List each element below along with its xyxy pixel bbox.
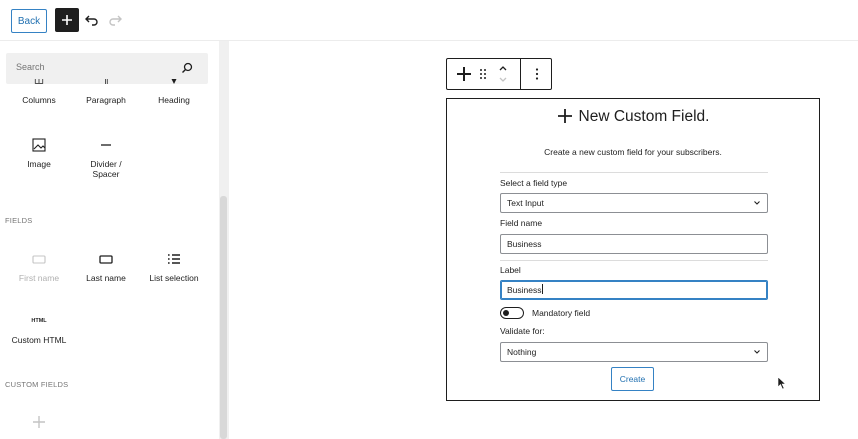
redo-icon[interactable] — [106, 11, 124, 29]
plus-icon[interactable] — [456, 66, 472, 82]
top-toolbar: Back — [0, 0, 858, 41]
mouse-cursor-icon — [777, 376, 787, 390]
block-inserter-sidebar: Search Columns Paragraph Heading Image D… — [0, 41, 218, 439]
search-icon — [182, 62, 193, 73]
image-icon — [32, 138, 46, 152]
field-name-value: Business — [507, 239, 542, 249]
columns-icon — [34, 79, 44, 84]
form-title: New Custom Field. — [447, 108, 819, 126]
back-button[interactable]: Back — [11, 9, 47, 33]
validate-select[interactable]: Nothing — [500, 342, 768, 362]
undo-icon[interactable] — [83, 11, 101, 29]
block-label: Divider / — [90, 159, 122, 169]
add-block-button[interactable] — [55, 8, 79, 32]
block-label-line2: Spacer — [92, 169, 120, 179]
mandatory-toggle[interactable] — [500, 307, 524, 319]
block-paragraph[interactable]: Paragraph — [73, 79, 139, 105]
toolbar-divider — [520, 59, 521, 89]
fields-section-title: FIELDS — [5, 216, 33, 225]
block-label: List selection — [149, 273, 199, 283]
field-last-name[interactable]: Last name — [73, 251, 139, 283]
text-caret — [541, 284, 543, 294]
input-icon — [32, 255, 46, 264]
label-field-label: Label — [500, 265, 521, 275]
block-toolbar — [446, 58, 552, 90]
block-label: Columns — [22, 95, 56, 105]
more-options-icon[interactable] — [531, 67, 543, 81]
field-type-select[interactable]: Text Input — [500, 193, 768, 213]
search-placeholder: Search — [16, 62, 45, 72]
html-icon: HTML — [31, 318, 47, 324]
form-description: Create a new custom field for your subsc… — [544, 147, 722, 157]
move-up-down-icon[interactable] — [497, 64, 509, 84]
plus-icon — [557, 109, 572, 123]
label-input[interactable]: Business — [500, 280, 768, 300]
label-value: Business — [507, 285, 542, 295]
editor-root: Back Search Columns Paragraph Heading Im… — [0, 0, 858, 439]
block-label: Heading — [158, 95, 190, 105]
field-name-label: Field name — [500, 218, 543, 228]
block-image[interactable]: Image — [6, 137, 72, 169]
paragraph-icon — [105, 79, 108, 84]
block-divider-spacer[interactable]: Divider / Spacer — [73, 137, 139, 179]
field-list-selection[interactable]: List selection — [141, 251, 207, 283]
chevron-down-icon — [754, 350, 760, 354]
divider — [500, 172, 768, 173]
field-type-label: Select a field type — [500, 178, 568, 188]
mandatory-label: Mandatory field — [532, 308, 591, 318]
field-first-name: First name — [6, 251, 72, 283]
validate-value: Nothing — [507, 347, 537, 357]
plus-icon — [33, 416, 45, 428]
sidebar-scrollbar-thumb[interactable] — [220, 196, 227, 439]
field-name-input[interactable]: Business — [500, 234, 768, 254]
field-type-value: Text Input — [507, 198, 544, 208]
block-label: First name — [18, 273, 60, 283]
chevron-down-icon — [754, 201, 760, 205]
custom-fields-section-title: CUSTOM FIELDS — [5, 380, 69, 389]
custom-field-form-block: New Custom Field. Create a new custom fi… — [446, 98, 820, 401]
field-custom-html[interactable]: HTML Custom HTML — [6, 313, 72, 345]
block-heading[interactable]: Heading — [141, 79, 207, 105]
validate-label: Validate for: — [500, 326, 545, 336]
list-icon — [168, 254, 180, 264]
plus-icon — [62, 15, 72, 25]
block-columns[interactable]: Columns — [6, 79, 72, 105]
divider — [500, 260, 768, 261]
heading-icon — [171, 79, 177, 84]
block-label: Last name — [86, 273, 126, 283]
input-icon — [99, 255, 113, 264]
block-label: Image — [27, 159, 51, 169]
block-label: Custom HTML — [11, 335, 67, 345]
divider-icon — [101, 144, 111, 146]
form-title-text: New Custom Field. — [578, 108, 710, 125]
drag-handle-icon[interactable] — [478, 68, 488, 80]
add-custom-field-block[interactable] — [6, 414, 72, 436]
block-label: Paragraph — [86, 95, 126, 105]
toggle-knob — [503, 310, 509, 316]
create-button[interactable]: Create — [611, 367, 654, 391]
